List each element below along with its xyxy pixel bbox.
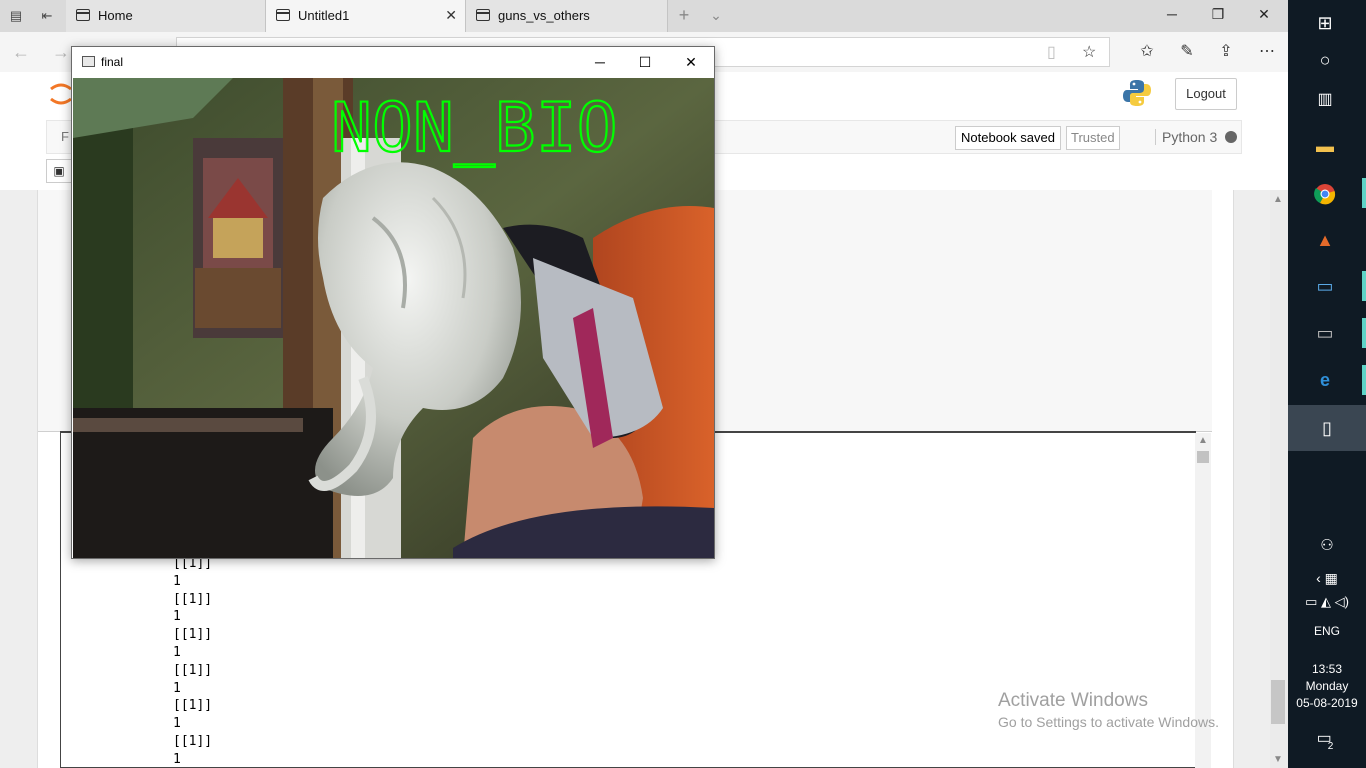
running-indicator <box>1362 365 1366 395</box>
more-icon[interactable]: ⋯ <box>1256 41 1278 61</box>
trusted-indicator[interactable]: Trusted <box>1066 126 1120 150</box>
matlab-icon[interactable]: ▲ <box>1288 217 1362 263</box>
output-text: [[1]] 1 [[1]] 1 [[1]] 1 [[1]] 1 [[1]] 1 … <box>173 555 212 768</box>
system-tray-icons[interactable]: ▭ ◭ ◁) <box>1288 594 1366 610</box>
page-icon <box>476 9 490 21</box>
action-center-icon[interactable]: ▭2 <box>1288 728 1366 752</box>
running-indicator <box>1362 271 1366 301</box>
kernel-name[interactable]: Python 3 <box>1155 129 1217 145</box>
logout-button[interactable]: Logout <box>1175 78 1237 110</box>
scroll-up-icon[interactable]: ▲ <box>1273 194 1283 205</box>
back-arrow-icon[interactable]: ← <box>12 42 30 63</box>
page-icon <box>276 9 290 21</box>
new-tab-button[interactable]: + <box>674 5 694 26</box>
tab-guns-vs-others[interactable]: guns_vs_others <box>466 0 668 32</box>
window-app-icon <box>82 56 95 67</box>
tab-label: Untitled1 <box>298 8 350 23</box>
file-explorer-icon[interactable]: ▬ <box>1288 123 1362 169</box>
classification-overlay-text: NON_BIO <box>331 89 618 168</box>
output-line: [[1]] <box>173 698 213 714</box>
running-indicator <box>1362 318 1366 348</box>
notebook-saved-status: Notebook saved <box>955 126 1061 150</box>
people-icon[interactable]: ⚇ <box>1288 536 1366 554</box>
notification-count: 2 <box>1327 741 1334 752</box>
output-line: [[1]] <box>173 627 213 643</box>
watermark-subtitle: Go to Settings to activate Windows. <box>998 714 1219 730</box>
close-tab-icon[interactable]: ✕ <box>445 7 457 24</box>
activate-windows-watermark: Activate Windows Go to Settings to activ… <box>998 690 1219 732</box>
tabs-aside-icon[interactable]: ⇤ <box>37 6 57 26</box>
output-line: [[1]] <box>173 733 213 749</box>
cv-maximize-button[interactable]: ☐ <box>630 51 660 73</box>
tab-label: guns_vs_others <box>498 8 590 23</box>
output-scroll-thumb[interactable] <box>1197 451 1209 463</box>
chrome-icon[interactable] <box>1288 170 1362 216</box>
output-line: 1 <box>173 644 181 660</box>
edge-icon[interactable]: e <box>1288 357 1362 403</box>
opencv-window[interactable]: final ─ ☐ ✕ NON_BIO <box>71 46 715 559</box>
cv-minimize-button[interactable]: ─ <box>585 51 615 73</box>
browser-tab-strip: ▤ ⇤ Home Untitled1 ✕ guns_vs_others + ⌄ … <box>0 0 1288 32</box>
forward-arrow-icon[interactable]: → <box>52 42 70 63</box>
save-icon[interactable]: ▣ <box>46 159 72 183</box>
tab-untitled1[interactable]: Untitled1 ✕ <box>266 0 466 32</box>
page-scrollbar[interactable]: ▲ ▼ <box>1270 190 1288 768</box>
kernel-status-icon <box>1225 131 1237 143</box>
share-icon[interactable]: ⇪ <box>1215 41 1237 61</box>
output-line: 1 <box>173 573 181 589</box>
output-line: [[1]] <box>173 591 213 607</box>
windows-taskbar: ⊞ ○ ▥ ▬ ▲ ▭ ▭ e ▯ ⚇ ‹ ▦ ▭ ◭ ◁) ENG 13:53… <box>1288 0 1366 768</box>
clock-date: 05-08-2019 <box>1296 696 1358 710</box>
show-hidden-icons[interactable]: ‹ ▦ <box>1288 570 1366 587</box>
menu-file[interactable]: F <box>61 129 69 144</box>
webcam-image: NON_BIO <box>73 78 714 558</box>
tab-list-button[interactable]: ⌄ <box>706 7 726 24</box>
output-line: 1 <box>173 716 181 732</box>
cv-close-button[interactable]: ✕ <box>676 51 706 73</box>
remote-desktop-icon[interactable]: ▭ <box>1288 263 1362 309</box>
document-icon[interactable]: ▯ <box>1288 405 1366 451</box>
running-indicator <box>1362 178 1366 208</box>
scroll-up-icon[interactable]: ▲ <box>1198 435 1208 446</box>
pen-icon[interactable]: ✎ <box>1176 41 1198 61</box>
terminal-icon[interactable]: ▭ <box>1288 310 1362 356</box>
favorite-star-icon[interactable]: ☆ <box>1082 42 1096 62</box>
task-view-icon[interactable]: ▥ <box>1288 77 1362 123</box>
reading-view-icon[interactable]: ▯ <box>1047 42 1056 62</box>
watermark-title: Activate Windows <box>998 690 1148 711</box>
language-indicator[interactable]: ENG <box>1288 624 1366 638</box>
page-scroll-thumb[interactable] <box>1271 680 1285 724</box>
browser-minimize-button[interactable]: ─ <box>1157 6 1187 22</box>
browser-close-button[interactable]: ✕ <box>1249 6 1279 23</box>
output-line: 1 <box>173 609 181 625</box>
output-line: [[1]] <box>173 662 213 678</box>
tab-home[interactable]: Home <box>66 0 266 32</box>
clock-day: Monday <box>1305 679 1349 693</box>
opencv-window-title: final <box>101 55 124 69</box>
browser-maximize-button[interactable]: ❐ <box>1203 6 1233 23</box>
page-icon <box>76 9 90 21</box>
tab-set-aside-icon[interactable]: ▤ <box>6 6 26 26</box>
output-line: 1 <box>173 751 181 767</box>
scroll-down-icon[interactable]: ▼ <box>1273 754 1283 765</box>
output-line: 1 <box>173 680 181 696</box>
favorites-hub-icon[interactable]: ✩ <box>1136 41 1158 61</box>
opencv-titlebar[interactable]: final ─ ☐ ✕ <box>72 47 714 78</box>
python-logo-icon <box>1123 80 1151 106</box>
webcam-frame: NON_BIO <box>73 78 714 558</box>
tab-label: Home <box>98 8 133 23</box>
clock-time[interactable]: 13:53 <box>1288 662 1366 676</box>
